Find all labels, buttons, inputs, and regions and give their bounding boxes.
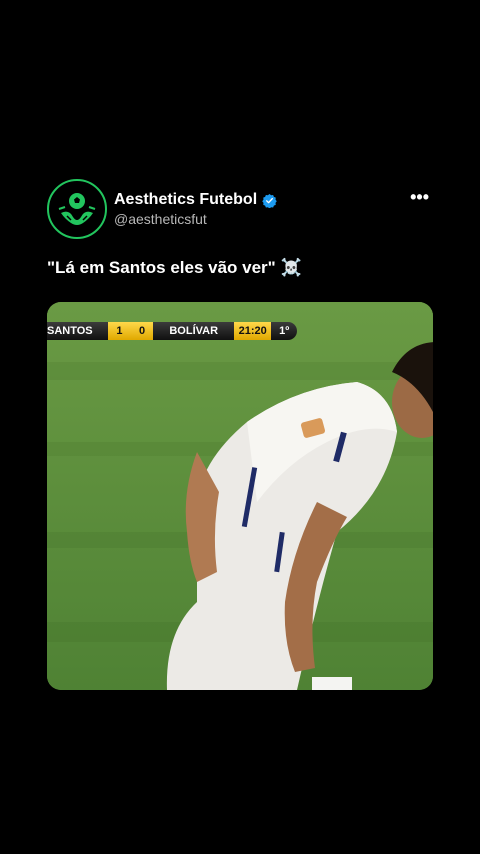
user-info: Aesthetics Futebol @aestheticsfut <box>114 190 277 228</box>
post-text: "Lá em Santos eles vão ver" ☠️ <box>47 258 302 277</box>
match-period: 1º <box>271 322 297 340</box>
home-team: SANTOS <box>47 322 109 340</box>
avatar[interactable] <box>47 179 107 239</box>
scoreboard-overlay: SANTOS 1 0 BOLÍVAR 21:20 1º <box>47 321 297 341</box>
soccer-ball-icon <box>58 193 96 225</box>
display-name[interactable]: Aesthetics Futebol <box>114 190 257 210</box>
tweet-screen: Aesthetics Futebol @aestheticsfut ••• "L… <box>0 0 480 854</box>
match-clock: 21:20 <box>234 322 272 340</box>
more-options-icon[interactable]: ••• <box>410 188 429 206</box>
video-frame <box>47 302 433 690</box>
post-header: Aesthetics Futebol @aestheticsfut ••• <box>47 178 435 240</box>
video-player[interactable]: SANTOS 1 0 BOLÍVAR 21:20 1º <box>47 302 433 690</box>
name-row: Aesthetics Futebol <box>114 190 277 210</box>
score: 1 0 <box>108 322 154 340</box>
home-score: 1 <box>116 325 123 337</box>
user-handle[interactable]: @aestheticsfut <box>114 210 277 228</box>
verified-badge-icon <box>262 193 277 208</box>
away-team: BOLÍVAR <box>153 322 235 340</box>
away-score: 0 <box>139 325 146 337</box>
